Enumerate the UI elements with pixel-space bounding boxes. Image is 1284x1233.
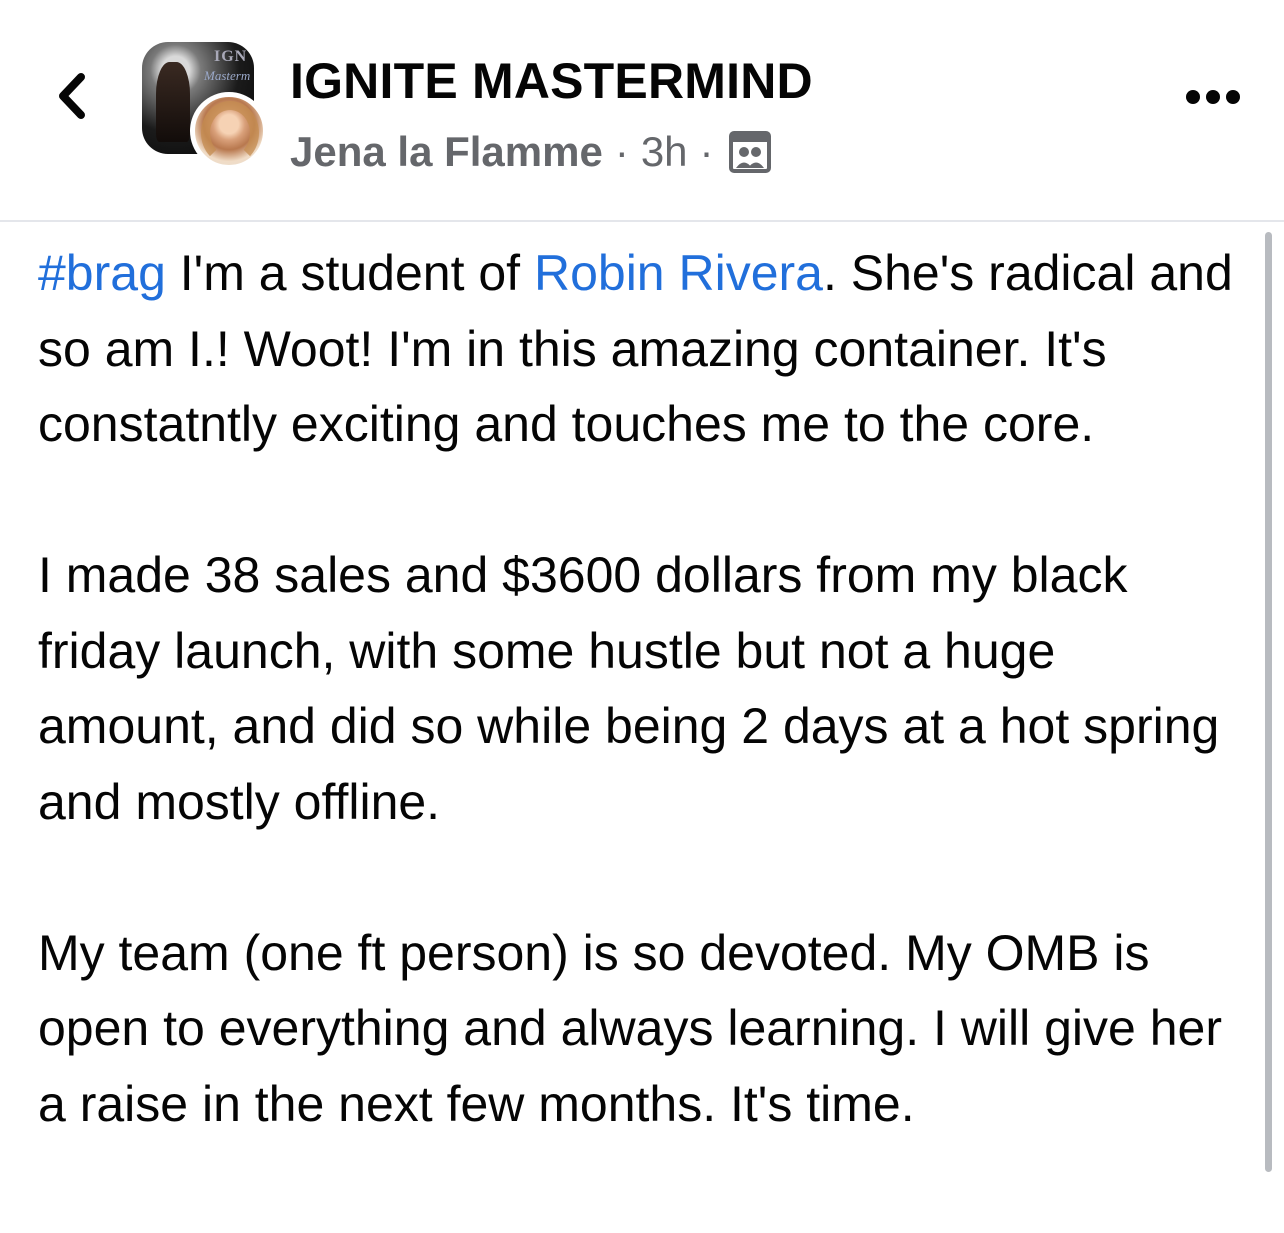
author-avatar[interactable] — [190, 92, 268, 170]
author-name[interactable]: Jena la Flamme — [290, 128, 603, 176]
chevron-left-icon — [59, 73, 85, 119]
more-dots-icon — [1186, 90, 1240, 104]
post-paragraph-3: My team (one ft person) is so devoted. M… — [38, 924, 1223, 1132]
hashtag-link[interactable]: #brag — [38, 245, 166, 301]
group-avatar-figure — [156, 62, 190, 142]
group-avatar-logo-text: IGN — [214, 48, 248, 65]
group-members-icon — [728, 130, 772, 174]
post-paragraph-1: #brag I'm a student of Robin Rivera. She… — [38, 236, 1248, 463]
back-button[interactable] — [44, 66, 100, 126]
meta-separator: · — [614, 128, 629, 175]
post-header: IGN Masterm IGNITE MASTERMIND Jena la Fl… — [0, 0, 1284, 222]
scrollbar[interactable] — [1265, 232, 1272, 1172]
post-body: #brag I'm a student of Robin Rivera. She… — [38, 236, 1248, 1142]
post-time[interactable]: 3h — [641, 128, 688, 176]
meta-separator: · — [699, 128, 714, 175]
avatar-stack[interactable]: IGN Masterm — [142, 42, 268, 170]
post-paragraph-2: I made 38 sales and $3600 dollars from m… — [38, 547, 1220, 830]
group-name[interactable]: IGNITE MASTERMIND — [290, 52, 813, 110]
post-text: I'm a student of — [165, 245, 534, 301]
group-avatar-script-text: Masterm — [204, 68, 251, 83]
more-options-button[interactable] — [1178, 72, 1248, 122]
author-avatar-hair — [201, 101, 259, 165]
mention-link[interactable]: Robin Rivera — [534, 245, 823, 301]
post-meta: Jena la Flamme · 3h · — [290, 124, 772, 180]
